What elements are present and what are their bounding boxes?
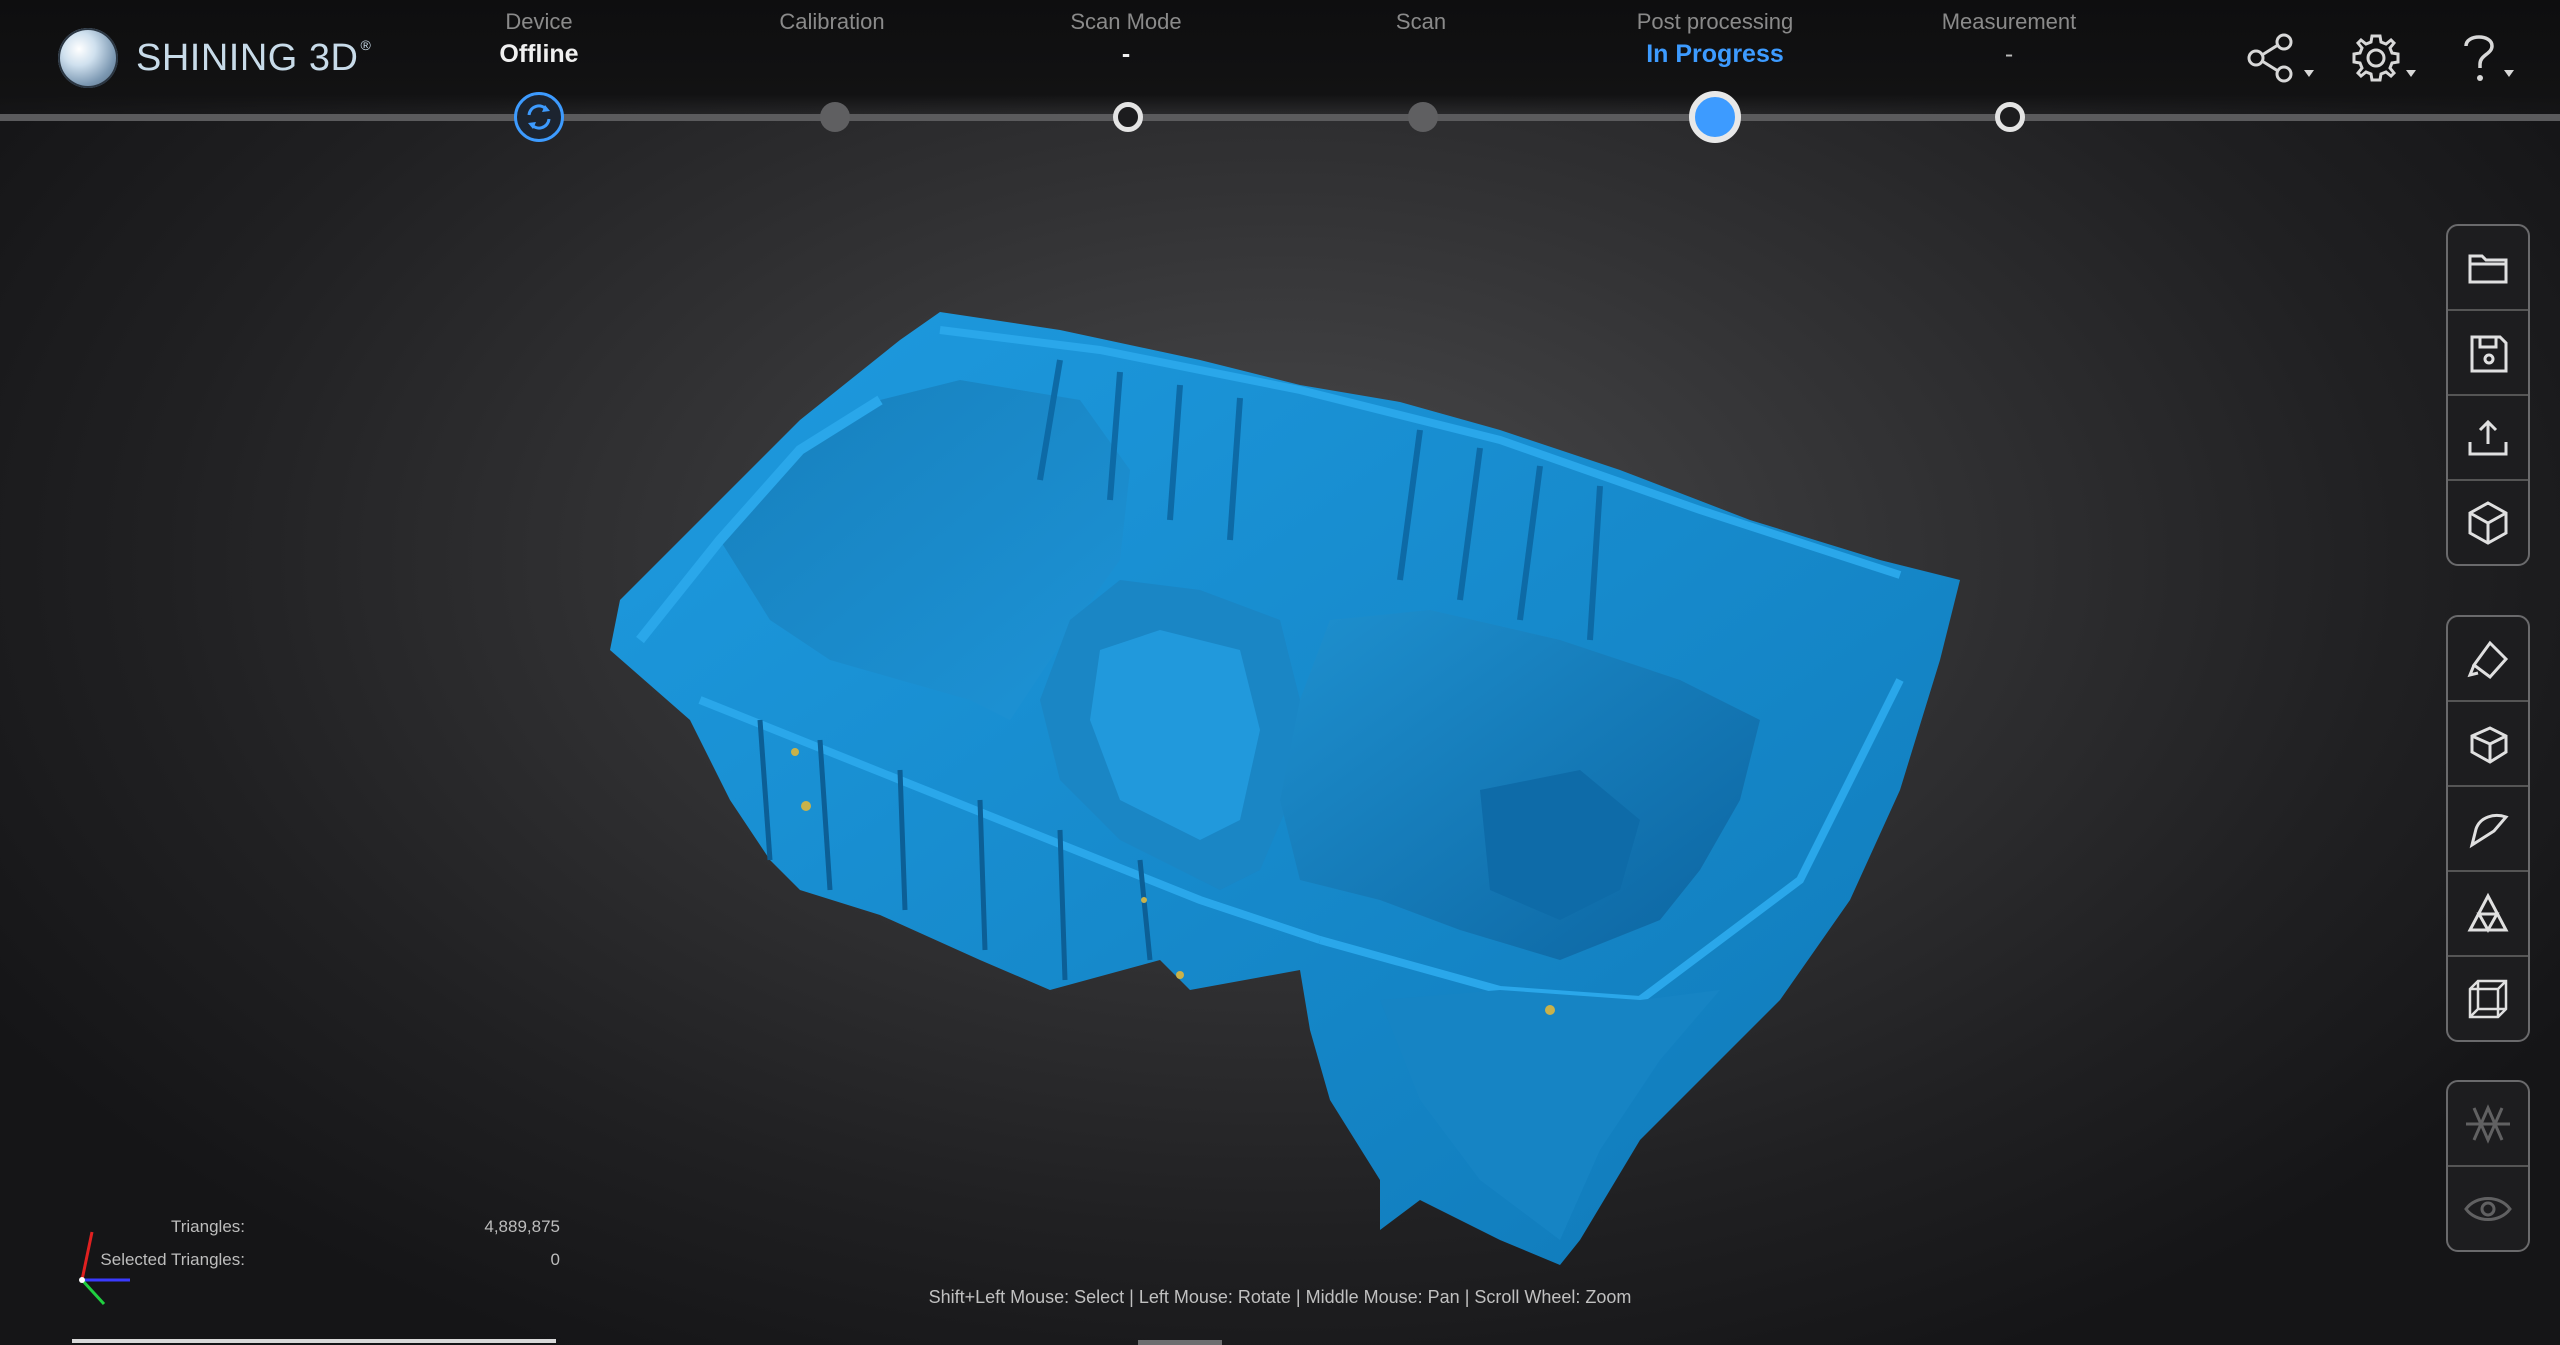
view-cube-icon (2470, 725, 2508, 764)
file-toolbar (2446, 224, 2530, 566)
mesh-stats-panel: Triangles: 4,889,875 Selected Triangles:… (0, 1210, 600, 1276)
clipping-button[interactable] (2448, 617, 2528, 702)
model-icon (2468, 500, 2508, 545)
mesh-triangle-icon (2467, 892, 2509, 933)
save-button[interactable] (2448, 311, 2528, 396)
clipping-icon (2467, 640, 2509, 679)
folder-icon (2468, 254, 2508, 283)
save-icon (2470, 335, 2508, 372)
curvature-button[interactable] (2448, 787, 2528, 872)
visibility-button[interactable] (2448, 1167, 2528, 1250)
scanned-mesh-viewport[interactable] (0, 0, 2560, 1345)
bottom-panel-handle[interactable] (1138, 1340, 1222, 1345)
export-icon (2468, 419, 2508, 455)
model-view-button[interactable] (2448, 481, 2528, 564)
export-button[interactable] (2448, 396, 2528, 481)
view-toolbar (2446, 615, 2530, 1042)
normals-toggle-button[interactable] (2448, 1082, 2528, 1167)
wireframe-box-icon (2468, 979, 2508, 1018)
triangles-value: 4,889,875 (484, 1217, 560, 1236)
triangles-row: Triangles: 4,889,875 (0, 1210, 600, 1243)
view-cube-button[interactable] (2448, 702, 2528, 787)
selected-triangles-value: 0 (550, 1250, 560, 1269)
normals-toggle-icon (2466, 1103, 2510, 1144)
visibility-icon (2464, 1196, 2512, 1221)
display-toolbar (2446, 1080, 2530, 1252)
status-progress-bar (72, 1339, 556, 1343)
curvature-icon (2469, 813, 2509, 848)
oil-pan-model (610, 312, 1960, 1265)
wireframe-button[interactable] (2448, 957, 2528, 1040)
selected-triangles-row: Selected Triangles: 0 (0, 1243, 600, 1276)
open-folder-button[interactable] (2448, 226, 2528, 311)
mesh-triangle-button[interactable] (2448, 872, 2528, 957)
mouse-controls-hint: Shift+Left Mouse: Select | Left Mouse: R… (928, 1287, 1632, 1307)
